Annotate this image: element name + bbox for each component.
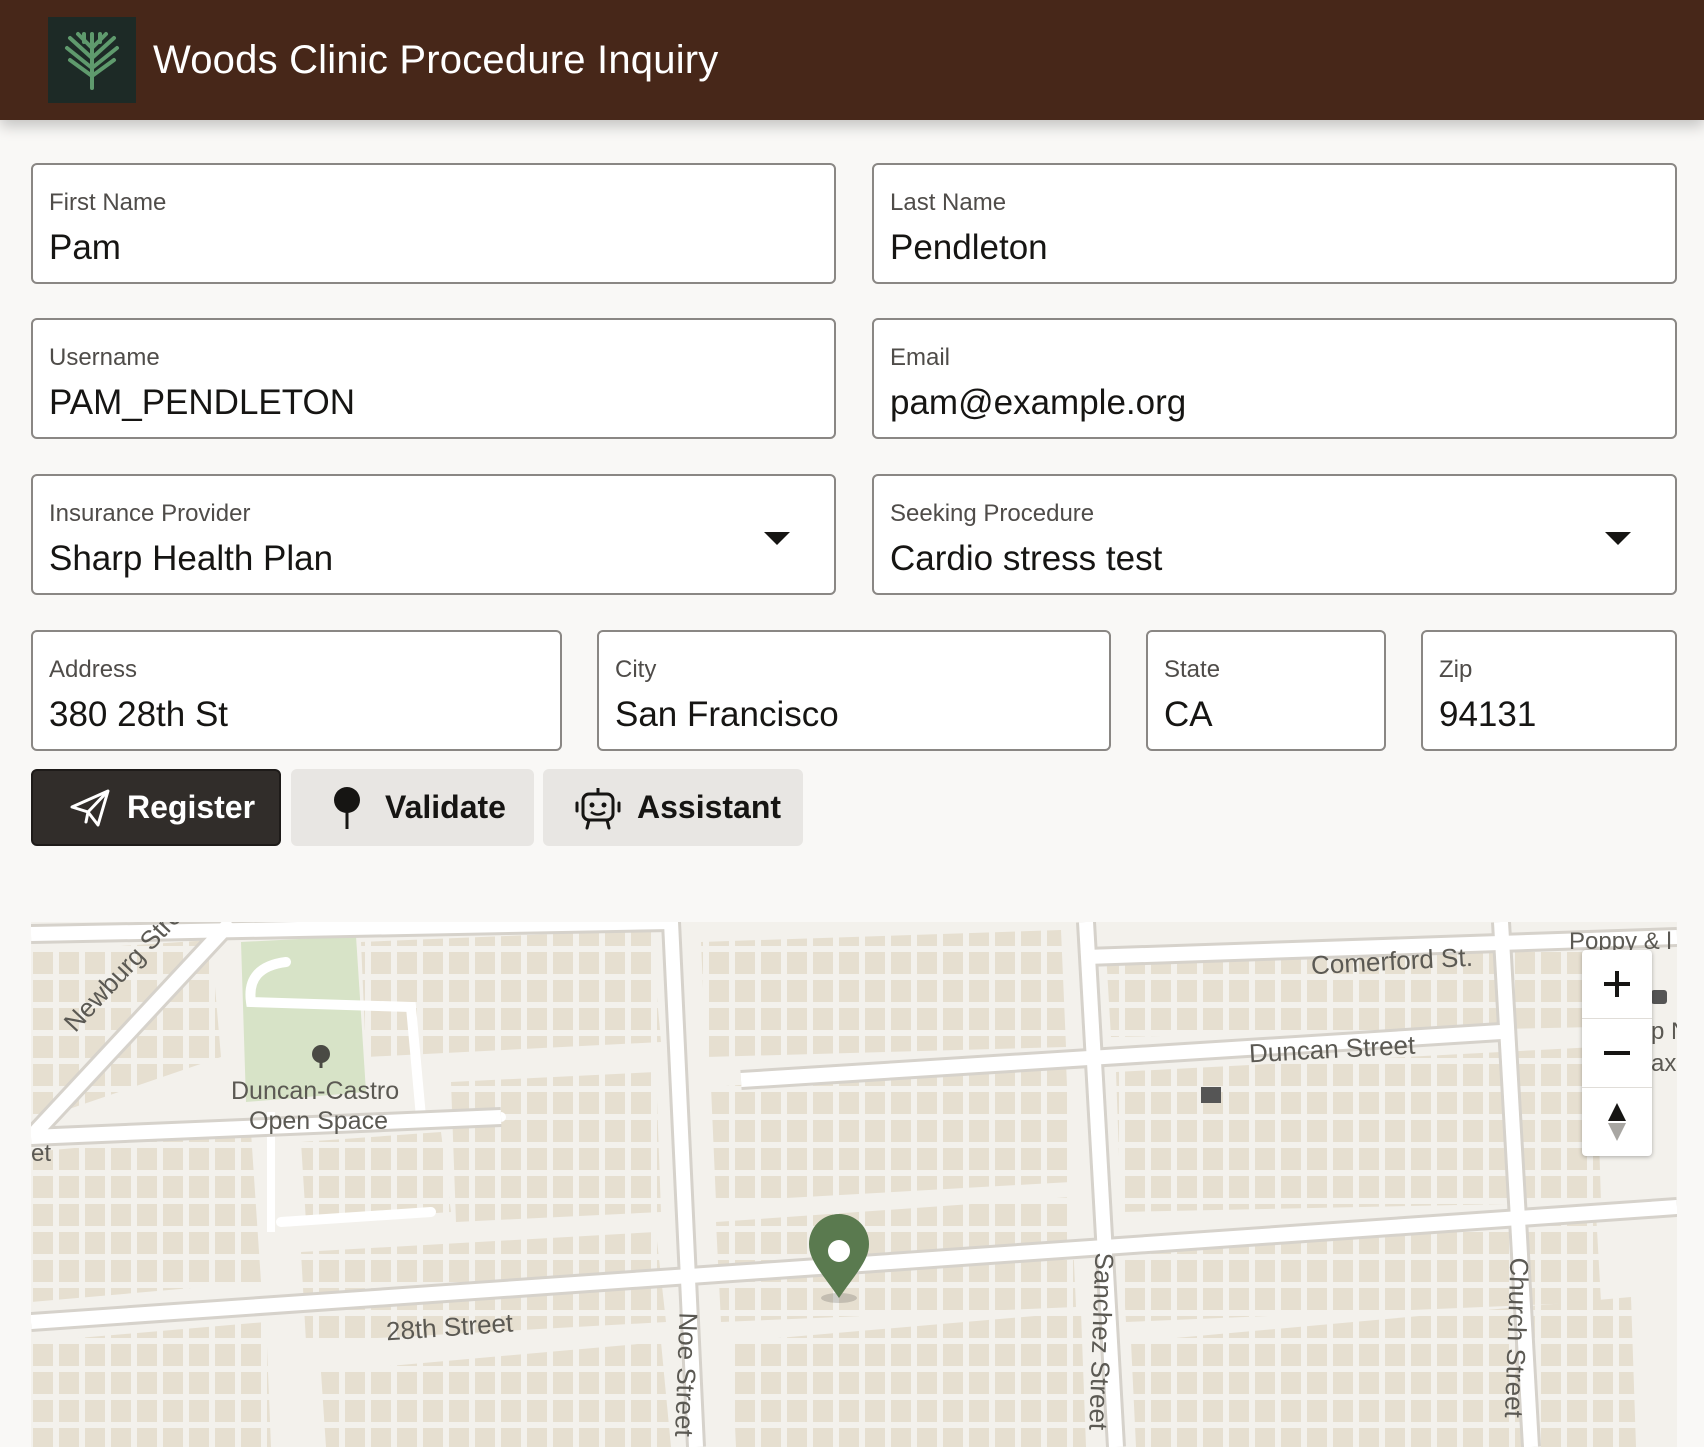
- compass-button[interactable]: [1582, 1088, 1652, 1156]
- map-label-cut-right2: ax: [1651, 1050, 1677, 1077]
- map-label-park-line1: Duncan-Castro: [231, 1077, 400, 1105]
- seeking-procedure-value[interactable]: Cardio stress test: [890, 538, 1162, 580]
- last-name-field[interactable]: Last Name Pendleton: [872, 163, 1677, 284]
- email-field[interactable]: Email pam@example.org: [872, 318, 1677, 439]
- chevron-down-icon[interactable]: [764, 532, 790, 545]
- first-name-label: First Name: [49, 189, 167, 216]
- plus-icon: [1604, 971, 1630, 997]
- insurance-provider-label: Insurance Provider: [49, 500, 251, 527]
- app-title: Woods Clinic Procedure Inquiry: [153, 38, 719, 82]
- address-label: Address: [49, 656, 138, 683]
- state-input[interactable]: CA: [1164, 694, 1213, 736]
- first-name-input[interactable]: Pam: [49, 227, 121, 269]
- zip-label: Zip: [1439, 656, 1473, 683]
- address-field[interactable]: Address 380 28th St: [31, 630, 562, 751]
- tree-logo-icon: [48, 17, 136, 103]
- register-button[interactable]: Register: [31, 769, 281, 846]
- register-label: Register: [127, 789, 256, 825]
- zip-input[interactable]: 94131: [1439, 694, 1536, 736]
- username-input[interactable]: PAM_PENDLETON: [49, 382, 355, 424]
- city-input[interactable]: San Francisco: [615, 694, 839, 736]
- assistant-label: Assistant: [637, 789, 782, 825]
- state-label: State: [1164, 656, 1221, 683]
- app-header: Woods Clinic Procedure Inquiry: [0, 0, 1704, 120]
- last-name-input[interactable]: Pendleton: [890, 227, 1048, 269]
- map-label-noe: Noe Street: [669, 1311, 704, 1438]
- zoom-out-button[interactable]: [1582, 1019, 1652, 1087]
- state-field[interactable]: State CA: [1146, 630, 1386, 751]
- assistant-button[interactable]: Assistant: [543, 769, 803, 846]
- map-label-sanchez: Sanchez Street: [1083, 1251, 1120, 1431]
- minus-icon: [1604, 1051, 1630, 1055]
- map-label-cut-left: et: [31, 1140, 52, 1167]
- map-label-park-line2: Open Space: [249, 1107, 388, 1135]
- compass-icon: [1608, 1103, 1626, 1141]
- seeking-procedure-select[interactable]: Seeking Procedure Cardio stress test: [872, 474, 1677, 595]
- insurance-provider-select[interactable]: Insurance Provider Sharp Health Plan: [31, 474, 836, 595]
- validate-label: Validate: [385, 789, 506, 825]
- zoom-in-button[interactable]: [1582, 950, 1652, 1018]
- zip-field[interactable]: Zip 94131: [1421, 630, 1677, 751]
- mail-icon: [1201, 1087, 1221, 1103]
- email-input[interactable]: pam@example.org: [890, 382, 1186, 424]
- username-field[interactable]: Username PAM_PENDLETON: [31, 318, 836, 439]
- username-label: Username: [49, 344, 160, 371]
- city-field[interactable]: City San Francisco: [597, 630, 1111, 751]
- map-label-cut-right1: p N: [1651, 1018, 1677, 1045]
- paper-plane-icon: [65, 788, 115, 828]
- map-pin-icon: [327, 785, 367, 831]
- address-input[interactable]: 380 28th St: [49, 694, 228, 736]
- insurance-provider-value[interactable]: Sharp Health Plan: [49, 538, 333, 580]
- last-name-label: Last Name: [890, 189, 1007, 216]
- validate-button[interactable]: Validate: [291, 769, 534, 846]
- map-controls: [1582, 950, 1652, 1156]
- robot-icon: [575, 786, 621, 830]
- shop-icon: [1651, 990, 1667, 1004]
- city-label: City: [615, 656, 657, 683]
- first-name-field[interactable]: First Name Pam: [31, 163, 836, 284]
- chevron-down-icon[interactable]: [1605, 532, 1631, 545]
- email-label: Email: [890, 344, 951, 371]
- seeking-procedure-label: Seeking Procedure: [890, 500, 1095, 527]
- map-view[interactable]: Comerford St. Poppy & l Duncan Street Ne…: [31, 922, 1677, 1447]
- map-label-church: Church Street: [1498, 1256, 1535, 1419]
